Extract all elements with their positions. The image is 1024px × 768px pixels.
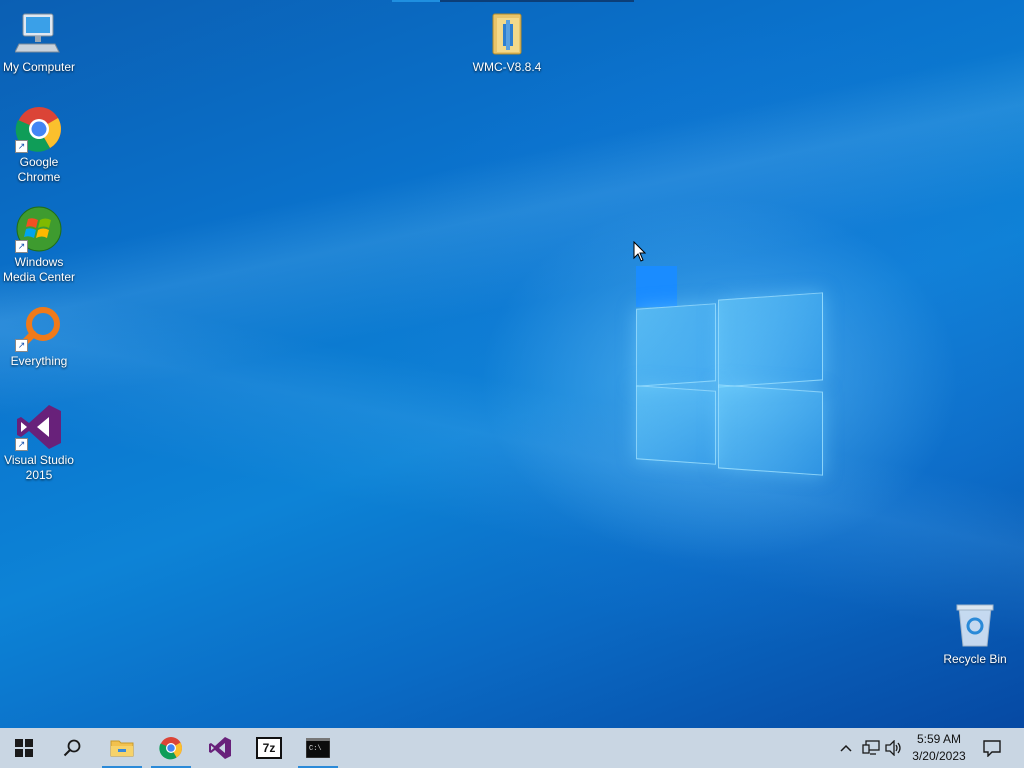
desktop-icon-recycle-bin[interactable]: Recycle Bin <box>935 602 1015 667</box>
volume-tray-button[interactable] <box>883 728 905 768</box>
taskbar-7zip[interactable]: 7z <box>245 728 293 768</box>
windows-start-icon <box>15 739 33 757</box>
taskbar-visual-studio[interactable] <box>196 728 244 768</box>
7zip-icon: 7z <box>256 737 282 759</box>
chrome-icon: ↗ <box>15 105 63 153</box>
chrome-icon <box>159 737 182 760</box>
everything-search-icon: ↗ <box>15 304 63 352</box>
clock-date: 3/20/2023 <box>912 749 966 763</box>
speaker-icon <box>885 740 901 756</box>
desktop-icon-label: Visual Studio 2015 <box>4 453 74 482</box>
terminal-icon: C:\ <box>306 738 330 758</box>
my-computer-icon <box>14 10 63 58</box>
light-beam <box>0 0 1024 728</box>
desktop-icon-everything[interactable]: ↗ Everything <box>0 304 79 369</box>
taskbar-chrome[interactable] <box>147 728 195 768</box>
logo-pane-bottom-left <box>636 385 716 465</box>
search-button[interactable] <box>48 728 96 768</box>
desktop-icon-label: Windows Media Center <box>2 255 76 284</box>
windows-media-center-icon: ↗ <box>15 205 63 253</box>
svg-text:C:\: C:\ <box>309 745 322 753</box>
desktop-icon-visual-studio-2015[interactable]: ↗ Visual Studio 2015 <box>0 403 79 483</box>
taskbar: 7z C:\ 5:59 AM 3/20/2023 <box>0 728 1024 768</box>
mouse-cursor <box>633 240 647 268</box>
network-icon <box>862 740 880 755</box>
desktop-icon-label: Google Chrome <box>17 155 61 184</box>
file-explorer-icon <box>110 740 134 757</box>
desktop-icon-label: Recycle Bin <box>943 652 1007 666</box>
taskbar-terminal[interactable]: C:\ <box>294 728 342 768</box>
logo-pane-bottom-right <box>718 384 823 476</box>
shortcut-arrow-icon: ↗ <box>15 438 28 451</box>
search-icon <box>63 739 81 757</box>
shortcut-arrow-icon: ↗ <box>15 339 28 352</box>
windows-logo-wallpaper <box>636 290 824 480</box>
desktop-icon-my-computer[interactable]: My Computer <box>0 10 79 75</box>
visual-studio-icon <box>209 737 231 759</box>
action-center-button[interactable] <box>978 728 1006 768</box>
logo-pane-top-right <box>718 292 823 388</box>
top-edge-window-strip <box>392 0 634 2</box>
clock-time: 5:59 AM <box>916 732 962 746</box>
desktop-icon-wmc-folder[interactable]: WMC-V8.8.4 <box>467 10 547 75</box>
notification-icon <box>983 740 1001 757</box>
recycle-bin-icon <box>951 602 999 650</box>
desktop-icon-label: WMC-V8.8.4 <box>472 60 542 74</box>
desktop-icon-label: Everything <box>10 354 68 368</box>
chevron-up-icon <box>840 744 852 752</box>
shortcut-arrow-icon: ↗ <box>15 140 28 153</box>
folder-icon <box>483 10 531 58</box>
desktop-icon-label: My Computer <box>2 60 76 74</box>
network-tray-button[interactable] <box>860 728 882 768</box>
desktop-icon-windows-media-center[interactable]: ↗ Windows Media Center <box>0 205 79 285</box>
desktop-icon-google-chrome[interactable]: ↗ Google Chrome <box>0 105 79 185</box>
desktop-background: My Computer ↗ Google Chrome ↗ Windows Me… <box>0 0 1024 728</box>
start-button[interactable] <box>0 728 48 768</box>
shortcut-arrow-icon: ↗ <box>15 240 28 253</box>
visual-studio-icon: ↗ <box>15 403 63 451</box>
taskbar-file-explorer[interactable] <box>98 728 146 768</box>
logo-pane-top-left <box>636 303 716 387</box>
show-hidden-icons-button[interactable] <box>836 728 856 768</box>
taskbar-clock[interactable]: 5:59 AM 3/20/2023 <box>906 731 972 765</box>
